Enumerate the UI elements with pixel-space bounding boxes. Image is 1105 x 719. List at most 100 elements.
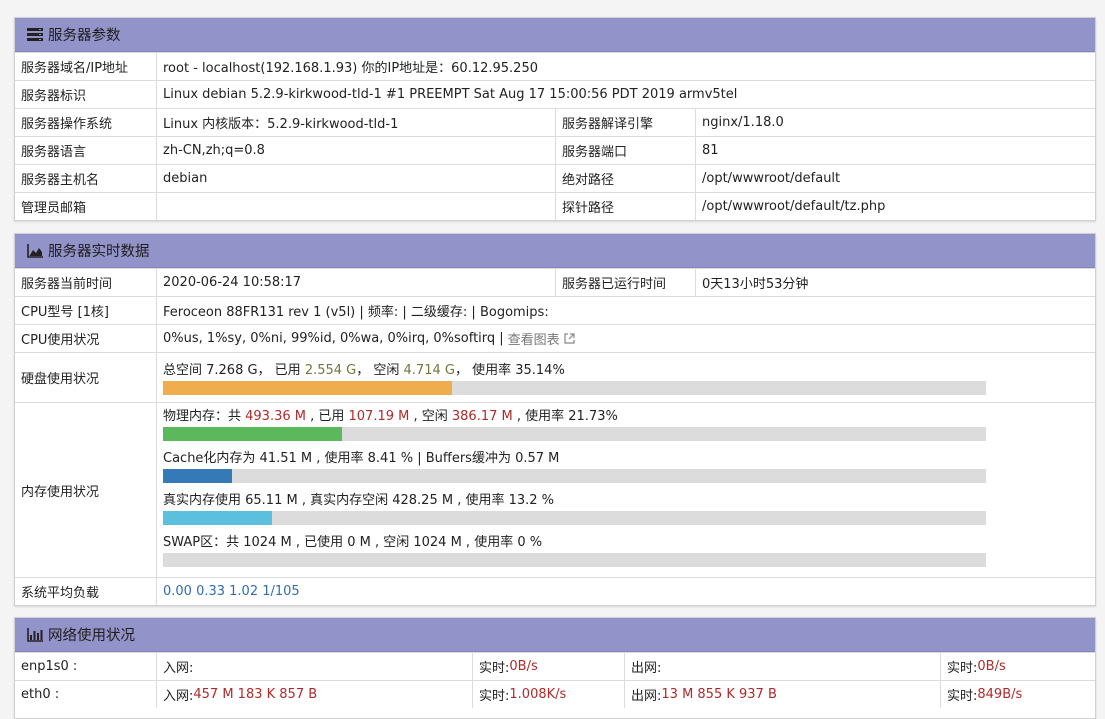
row-label: 管理员邮箱 [21,201,87,216]
network-title: 网络使用状况 [48,628,135,644]
row-label: 服务器操作系统 [21,117,113,132]
table-row: 硬盘使用状况 总空间 7.268 G， 已用 2.554 G， 空闲 4.714… [15,352,1095,402]
external-link-icon[interactable] [564,333,575,344]
row-label: 内存使用状况 [21,484,100,500]
net-out-cell: 出网: [624,653,940,680]
text: , 空闲 [409,409,452,424]
table-row: CPU型号 [1核] Feroceon 88FR131 rev 1 (v5l) … [15,296,1095,324]
cache-memory-fill [163,469,233,483]
row-value: debian [156,165,555,192]
row-label: 绝对路径 [555,165,695,192]
net-in-value: 457 M 183 K 857 B [193,687,318,702]
current-time: 2020-06-24 10:58:17 [156,269,555,296]
table-row: CPU使用状况 0%us, 1%sy, 0%ni, 99%id, 0%wa, 0… [15,324,1095,352]
net-in-cell: 入网: 457 M 183 K 857 B [156,681,472,708]
table-row: 服务器操作系统 Linux 内核版本：5.2.9-kirkwood-tld-1 … [15,108,1095,136]
disk-usage-text: 总空间 7.268 G， 已用 2.554 G， 空闲 4.714 G， 使用率… [163,361,565,381]
net-rt-in-label: 实时: [479,661,510,676]
mem-total: 493.36 M [245,409,306,424]
physical-memory-text: 物理内存：共 493.36 M , 已用 107.19 M , 空闲 386.1… [163,407,986,427]
disk-usage-bar [163,380,986,395]
text: 物理内存：共 [163,409,246,424]
row-label: 服务器已运行时间 [555,269,695,296]
net-rt-out-value: 849B/s [977,687,1023,702]
row-value: zh-CN,zh;q=0.8 [156,137,555,164]
table-row: 服务器标识 Linux debian 5.2.9-kirkwood-tld-1 … [15,80,1095,108]
net-rt-in-label: 实时: [479,689,510,704]
table-row: 服务器当前时间 2020-06-24 10:58:17 服务器已运行时间 0天1… [15,268,1095,296]
real-memory-bar [163,511,986,525]
bar-chart-icon [27,627,43,642]
row-label: 服务器当前时间 [21,277,113,292]
net-in-cell: 入网: [156,653,472,680]
net-rt-out-label: 实时: [947,661,978,676]
table-row: 管理员邮箱 探针路径 /opt/wwwroot/default/tz.php [15,192,1095,220]
swap-memory: SWAP区：共 1024 M , 已使用 0 M , 空闲 1024 M , 使… [163,533,986,567]
table-row: 服务器域名/IP地址 root - localhost(192.168.1.93… [15,52,1095,80]
cache-memory-bar [163,469,986,483]
text: , 已用 [305,409,349,424]
table-row: 服务器语言 zh-CN,zh;q=0.8 服务器端口 81 [15,136,1095,164]
server-params-panel: 服务器参数 服务器域名/IP地址 root - localhost(192.16… [14,17,1096,221]
row-value: Linux debian 5.2.9-kirkwood-tld-1 #1 PRE… [156,81,1095,108]
physical-memory-fill [163,427,342,441]
physical-memory-bar [163,427,986,441]
net-rt-in-value: 0B/s [509,659,538,674]
cache-memory-text: Cache化内存为 41.51 M , 使用率 8.41 % | Buffers… [163,451,560,466]
server-icon [27,27,43,42]
row-label: 系统平均负载 [21,586,100,601]
realtime-panel: 服务器实时数据 服务器当前时间 2020-06-24 10:58:17 服务器已… [14,233,1096,606]
load-average-value: 0.00 0.33 1.02 1/105 [156,578,1095,605]
row-label: CPU型号 [1核] [21,305,109,320]
row-label: 服务器标识 [21,89,87,104]
table-row: 服务器主机名 debian 绝对路径 /opt/wwwroot/default [15,164,1095,192]
physical-memory: 物理内存：共 493.36 M , 已用 107.19 M , 空闲 386.1… [163,407,986,441]
net-rt-in-cell: 实时: 1.008K/s [472,681,624,708]
row-label: 服务器端口 [555,137,695,164]
row-value: nginx/1.18.0 [695,109,1095,136]
row-value: /opt/wwwroot/default [695,165,1095,192]
mem-used: 107.19 M [348,409,410,424]
area-chart-icon [27,243,43,258]
realtime-header: 服务器实时数据 [15,234,1095,268]
net-rt-in-cell: 实时: 0B/s [472,653,624,680]
table-row: enp1s0 : 入网: 实时: 0B/s 出网: 实时: 0B/s [15,652,1095,680]
swap-memory-bar [163,553,986,567]
row-value: Linux 内核版本：5.2.9-kirkwood-tld-1 [156,109,555,136]
row-label: 服务器语言 [21,145,87,160]
net-rt-out-cell: 实时: 0B/s [940,653,1095,680]
row-label: 探针路径 [555,193,695,220]
row-label: 硬盘使用状况 [21,372,100,387]
net-rt-out-value: 0B/s [977,659,1006,674]
net-in-label: 入网: [163,661,194,676]
network-header: 网络使用状况 [15,618,1095,652]
uptime-value: 0天13小时53分钟 [695,269,1095,296]
disk-total-text: 总空间 7.268 G， 已用 [163,362,305,378]
net-out-cell: 出网: 13 M 855 K 937 B [624,681,940,708]
row-value [156,193,555,220]
text: , 使用率 21.73% [512,409,618,424]
table-row: 内存使用状况 物理内存：共 493.36 M , 已用 107.19 M , 空… [15,402,1095,577]
net-rt-in-value: 1.008K/s [509,687,567,702]
row-label: CPU使用状况 [21,333,100,348]
row-label: 服务器主机名 [21,173,100,188]
table-row: eth0 : 入网: 457 M 183 K 857 B 实时: 1.008K/… [15,680,1095,708]
net-out-label: 出网: [631,661,662,676]
cpu-model-value: Feroceon 88FR131 rev 1 (v5l) | 频率: | 二级缓… [156,297,1095,324]
view-chart-link[interactable]: 查看图表 [508,329,560,348]
real-memory-fill [163,511,272,525]
row-value: root - localhost(192.168.1.93) 你的IP地址是：6… [156,53,1095,80]
disk-used: 2.554 G [304,362,357,378]
interface-name: eth0 : [21,687,60,702]
row-label: 服务器解译引擎 [555,109,695,136]
row-label: 服务器域名/IP地址 [21,61,129,76]
real-memory-text: 真实内存使用 65.11 M , 真实内存空闲 428.25 M , 使用率 1… [163,493,555,508]
net-in-label: 入网: [163,689,194,704]
disk-usage-cell: 总空间 7.268 G， 已用 2.554 G， 空闲 4.714 G， 使用率… [156,353,1095,402]
net-out-value: 13 M 855 K 937 B [661,687,777,702]
net-rt-out-cell: 实时: 849B/s [940,681,1095,708]
network-panel: 网络使用状况 enp1s0 : 入网: 实时: 0B/s 出网: 实时: 0B/… [14,617,1096,719]
real-memory: 真实内存使用 65.11 M , 真实内存空闲 428.25 M , 使用率 1… [163,491,986,525]
memory-usage-cell: 物理内存：共 493.36 M , 已用 107.19 M , 空闲 386.1… [156,403,1095,577]
disk-free: 4.714 G [403,362,455,378]
